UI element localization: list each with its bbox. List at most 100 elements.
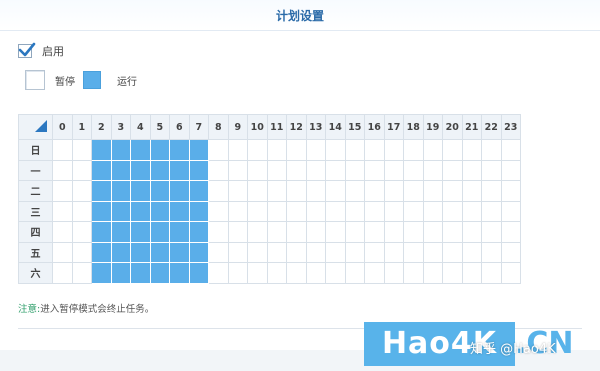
slot-cell-paused[interactable] [305, 180, 326, 202]
slot-cell-paused[interactable] [442, 159, 463, 181]
slot-cell-paused[interactable] [71, 221, 92, 243]
slot-cell-paused[interactable] [266, 241, 287, 263]
slot-cell-paused[interactable] [52, 200, 73, 222]
slot-cell-paused[interactable] [481, 241, 502, 263]
slot-cell-paused[interactable] [266, 139, 287, 161]
slot-cell-paused[interactable] [286, 262, 307, 284]
slot-cell-running[interactable] [169, 159, 190, 181]
slot-cell-paused[interactable] [403, 180, 424, 202]
slot-cell-paused[interactable] [266, 221, 287, 243]
slot-cell-paused[interactable] [247, 200, 268, 222]
slot-cell-paused[interactable] [481, 159, 502, 181]
slot-cell-paused[interactable] [305, 200, 326, 222]
slot-cell-paused[interactable] [481, 221, 502, 243]
slot-cell-paused[interactable] [383, 180, 404, 202]
slot-cell-paused[interactable] [247, 221, 268, 243]
hour-header-4[interactable]: 4 [130, 114, 151, 140]
slot-cell-running[interactable] [149, 262, 170, 284]
slot-cell-paused[interactable] [422, 159, 443, 181]
slot-cell-running[interactable] [91, 180, 112, 202]
slot-cell-paused[interactable] [52, 241, 73, 263]
day-header[interactable]: 四 [18, 221, 53, 243]
slot-cell-running[interactable] [169, 262, 190, 284]
slot-cell-paused[interactable] [227, 241, 248, 263]
slot-cell-paused[interactable] [227, 180, 248, 202]
slot-cell-running[interactable] [188, 200, 209, 222]
slot-cell-paused[interactable] [461, 180, 482, 202]
hour-header-9[interactable]: 9 [227, 114, 248, 140]
slot-cell-paused[interactable] [403, 139, 424, 161]
slot-cell-paused[interactable] [286, 159, 307, 181]
hour-header-8[interactable]: 8 [208, 114, 229, 140]
slot-cell-paused[interactable] [247, 180, 268, 202]
hour-header-10[interactable]: 10 [247, 114, 268, 140]
slot-cell-running[interactable] [188, 262, 209, 284]
slot-cell-paused[interactable] [500, 221, 521, 243]
slot-cell-paused[interactable] [344, 139, 365, 161]
slot-cell-paused[interactable] [403, 221, 424, 243]
slot-cell-paused[interactable] [500, 241, 521, 263]
slot-cell-paused[interactable] [227, 139, 248, 161]
slot-cell-running[interactable] [91, 159, 112, 181]
slot-cell-running[interactable] [91, 241, 112, 263]
slot-cell-paused[interactable] [305, 139, 326, 161]
slot-cell-paused[interactable] [325, 200, 346, 222]
hour-header-5[interactable]: 5 [149, 114, 170, 140]
slot-cell-paused[interactable] [305, 241, 326, 263]
slot-cell-running[interactable] [169, 221, 190, 243]
slot-cell-paused[interactable] [500, 200, 521, 222]
slot-cell-paused[interactable] [286, 221, 307, 243]
slot-cell-running[interactable] [149, 200, 170, 222]
slot-cell-running[interactable] [110, 262, 131, 284]
slot-cell-paused[interactable] [442, 180, 463, 202]
slot-cell-paused[interactable] [500, 139, 521, 161]
slot-cell-running[interactable] [149, 159, 170, 181]
slot-cell-paused[interactable] [71, 139, 92, 161]
hour-header-20[interactable]: 20 [442, 114, 463, 140]
slot-cell-paused[interactable] [364, 159, 385, 181]
slot-cell-paused[interactable] [325, 180, 346, 202]
slot-cell-paused[interactable] [305, 159, 326, 181]
slot-cell-paused[interactable] [325, 262, 346, 284]
slot-cell-paused[interactable] [344, 241, 365, 263]
slot-cell-running[interactable] [130, 180, 151, 202]
slot-cell-paused[interactable] [52, 180, 73, 202]
hour-header-12[interactable]: 12 [286, 114, 307, 140]
day-header[interactable]: 六 [18, 262, 53, 284]
slot-cell-running[interactable] [188, 180, 209, 202]
slot-cell-paused[interactable] [364, 139, 385, 161]
slot-cell-running[interactable] [110, 180, 131, 202]
slot-cell-paused[interactable] [325, 139, 346, 161]
slot-cell-paused[interactable] [442, 241, 463, 263]
slot-cell-paused[interactable] [208, 159, 229, 181]
slot-cell-paused[interactable] [52, 262, 73, 284]
slot-cell-running[interactable] [110, 139, 131, 161]
slot-cell-paused[interactable] [364, 180, 385, 202]
slot-cell-running[interactable] [91, 139, 112, 161]
hour-header-22[interactable]: 22 [481, 114, 502, 140]
slot-cell-paused[interactable] [286, 241, 307, 263]
slot-cell-paused[interactable] [364, 262, 385, 284]
day-header[interactable]: 日 [18, 139, 53, 161]
hour-header-1[interactable]: 1 [71, 114, 92, 140]
slot-cell-paused[interactable] [247, 241, 268, 263]
slot-cell-paused[interactable] [344, 159, 365, 181]
slot-cell-paused[interactable] [52, 159, 73, 181]
slot-cell-paused[interactable] [208, 180, 229, 202]
slot-cell-paused[interactable] [383, 200, 404, 222]
slot-cell-paused[interactable] [208, 139, 229, 161]
slot-cell-paused[interactable] [383, 241, 404, 263]
slot-cell-paused[interactable] [71, 262, 92, 284]
slot-cell-paused[interactable] [500, 262, 521, 284]
slot-cell-paused[interactable] [286, 139, 307, 161]
slot-cell-paused[interactable] [325, 221, 346, 243]
hour-header-16[interactable]: 16 [364, 114, 385, 140]
slot-cell-paused[interactable] [500, 159, 521, 181]
slot-cell-paused[interactable] [305, 262, 326, 284]
slot-cell-paused[interactable] [227, 159, 248, 181]
slot-cell-paused[interactable] [383, 262, 404, 284]
slot-cell-running[interactable] [188, 159, 209, 181]
slot-cell-paused[interactable] [422, 262, 443, 284]
slot-cell-paused[interactable] [422, 139, 443, 161]
slot-cell-paused[interactable] [481, 139, 502, 161]
